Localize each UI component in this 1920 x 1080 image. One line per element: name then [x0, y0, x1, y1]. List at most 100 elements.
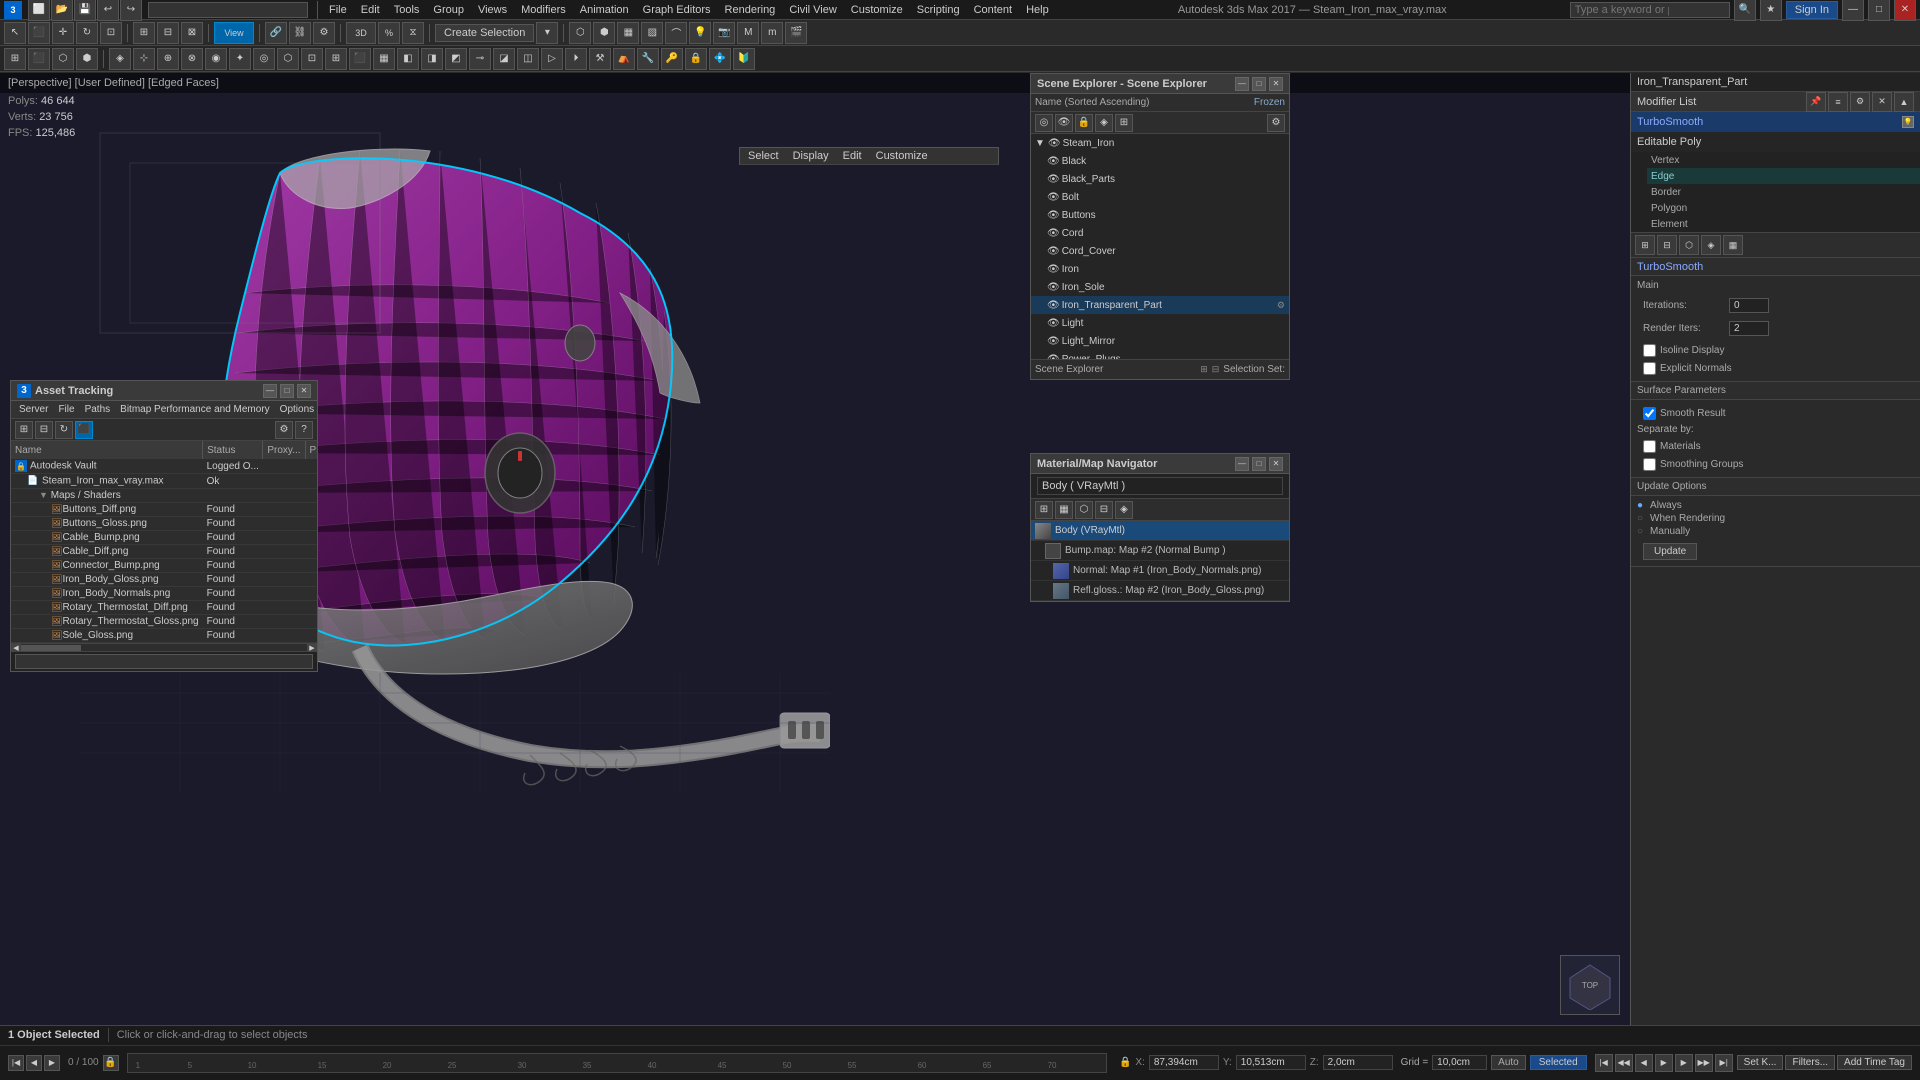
z-coord-input[interactable]: [1323, 1055, 1393, 1070]
asset-menu-file[interactable]: File: [54, 403, 78, 416]
selected-btn[interactable]: Selected: [1530, 1055, 1587, 1070]
uo-update-btn[interactable]: Update: [1643, 543, 1697, 560]
st-7[interactable]: ⊕: [157, 48, 179, 70]
menu-scripting[interactable]: Scripting: [911, 2, 966, 18]
tb-mat[interactable]: M: [737, 22, 759, 44]
tb-curve[interactable]: ⌒: [665, 22, 687, 44]
tb-unlink[interactable]: ⛓: [289, 22, 311, 44]
mod-light-bulb[interactable]: 💡: [1902, 116, 1914, 128]
mat-close[interactable]: ✕: [1269, 457, 1283, 471]
st-4[interactable]: ⬢: [76, 48, 98, 70]
tb-link[interactable]: 🔗: [265, 22, 287, 44]
st-10[interactable]: ✦: [229, 48, 251, 70]
mat-maximize[interactable]: □: [1252, 457, 1266, 471]
scene-item-black-parts[interactable]: 👁 Black_Parts: [1031, 170, 1289, 188]
sign-in-btn[interactable]: Sign In: [1786, 1, 1838, 19]
filters-btn[interactable]: Filters...: [1785, 1055, 1835, 1070]
update-options-header[interactable]: Update Options: [1631, 478, 1920, 496]
timeline-track[interactable]: 1 5 10 15 20 25 30 35 40 45 50 55 60 65 …: [127, 1053, 1107, 1073]
ts-iterations-input[interactable]: [1729, 298, 1769, 313]
asset-menu-server[interactable]: Server: [15, 403, 52, 416]
st-8[interactable]: ⊗: [181, 48, 203, 70]
scene-close[interactable]: ✕: [1269, 77, 1283, 91]
at-tb1[interactable]: ⊞: [15, 421, 33, 439]
st-12[interactable]: ⬡: [277, 48, 299, 70]
scene-item-light[interactable]: 👁 Light: [1031, 314, 1289, 332]
mod-move-up[interactable]: ▲: [1894, 92, 1914, 112]
asset-menu-bitmap[interactable]: Bitmap Performance and Memory: [116, 403, 274, 416]
table-row-connector[interactable]: 🖼Connector_Bump.png Found: [11, 559, 317, 573]
set-key-btn[interactable]: Set K...: [1737, 1055, 1784, 1070]
y-coord-input[interactable]: [1236, 1055, 1306, 1070]
redo-btn[interactable]: ↪: [120, 0, 142, 21]
anim-ctrl3[interactable]: ▶: [44, 1055, 60, 1071]
asset-minimize[interactable]: —: [263, 384, 277, 398]
mod-del[interactable]: ✕: [1872, 92, 1892, 112]
mod-editable-poly[interactable]: Editable Poly: [1631, 132, 1920, 152]
material-name-field[interactable]: [1037, 477, 1283, 495]
menu-civil-view[interactable]: Civil View: [783, 2, 842, 18]
menu-file[interactable]: File: [323, 2, 353, 18]
st-18[interactable]: ◨: [421, 48, 443, 70]
anim-ctrl1[interactable]: |◀: [8, 1055, 24, 1071]
tb-select[interactable]: ↖: [4, 22, 26, 44]
tb-snap2[interactable]: ⊟: [157, 22, 179, 44]
save-btn[interactable]: 💾: [74, 0, 96, 21]
table-row-iron-normals[interactable]: 🖼Iron_Body_Normals.png Found: [11, 587, 317, 601]
mat-minimize[interactable]: —: [1235, 457, 1249, 471]
st-22[interactable]: ◫: [517, 48, 539, 70]
mod-config[interactable]: ⚙: [1850, 92, 1870, 112]
uo-manually-radio[interactable]: [1637, 526, 1646, 537]
scene-item-iron-transparent[interactable]: 👁 Iron_Transparent_Part ⚙: [1031, 296, 1289, 314]
mod-ic5[interactable]: ▦: [1723, 235, 1743, 255]
st-30[interactable]: 💠: [709, 48, 731, 70]
tb-mirror[interactable]: ⧖: [402, 22, 424, 44]
search-btn[interactable]: 🔍: [1734, 0, 1756, 21]
menu-group[interactable]: Group: [427, 2, 470, 18]
auto-btn[interactable]: Auto: [1491, 1055, 1526, 1070]
st-21[interactable]: ◪: [493, 48, 515, 70]
st-14[interactable]: ⊞: [325, 48, 347, 70]
table-row-sole[interactable]: 🖼Sole_Gloss.png Found: [11, 629, 317, 643]
minimize-btn[interactable]: —: [1842, 0, 1864, 21]
st-31[interactable]: 🔰: [733, 48, 755, 70]
mod-ic3[interactable]: ⬡: [1679, 235, 1699, 255]
st-29[interactable]: 🔒: [685, 48, 707, 70]
mod-list[interactable]: ≡: [1828, 92, 1848, 112]
sub-element[interactable]: Element: [1647, 216, 1920, 232]
scene-tb-gear[interactable]: ⚙: [1267, 114, 1285, 132]
st-20[interactable]: ⊸: [469, 48, 491, 70]
maximize-btn[interactable]: □: [1868, 0, 1890, 21]
pb-next-frame[interactable]: ▶: [1675, 1054, 1693, 1072]
menu-animation[interactable]: Animation: [574, 2, 635, 18]
tb-snap3[interactable]: ⊠: [181, 22, 203, 44]
timeline-lock[interactable]: 🔒: [103, 1055, 119, 1071]
at-tb3[interactable]: ↻: [55, 421, 73, 439]
scene-tb4[interactable]: ◈: [1095, 114, 1113, 132]
at-tb2[interactable]: ⊟: [35, 421, 53, 439]
scene-menu-edit[interactable]: Edit: [839, 149, 866, 163]
scene-menu-display[interactable]: Display: [789, 149, 833, 163]
table-row-btn-gloss[interactable]: 🖼Buttons_Gloss.png Found: [11, 517, 317, 531]
st-27[interactable]: 🔧: [637, 48, 659, 70]
table-row-cable-bump[interactable]: 🖼Cable_Bump.png Found: [11, 531, 317, 545]
mat-tb4[interactable]: ⊟: [1095, 501, 1113, 519]
scene-item-cord[interactable]: 👁 Cord: [1031, 224, 1289, 242]
open-btn[interactable]: 📂: [51, 0, 73, 21]
undo-btn[interactable]: ↩: [97, 0, 119, 21]
scene-item-buttons[interactable]: 👁 Buttons: [1031, 206, 1289, 224]
tb-align2[interactable]: ⬢: [593, 22, 615, 44]
mod-pin[interactable]: 📌: [1806, 92, 1826, 112]
tb-mat2[interactable]: m: [761, 22, 783, 44]
ts-explicit-cb[interactable]: [1643, 362, 1656, 375]
st-13[interactable]: ⊡: [301, 48, 323, 70]
table-row-cable-diff[interactable]: 🖼Cable_Diff.png Found: [11, 545, 317, 559]
scene-maximize[interactable]: □: [1252, 77, 1266, 91]
scene-tb3[interactable]: 🔒: [1075, 114, 1093, 132]
scene-tb2[interactable]: 👁: [1055, 114, 1073, 132]
close-btn[interactable]: ✕: [1894, 0, 1916, 21]
mat-tb5[interactable]: ◈: [1115, 501, 1133, 519]
tb-cs-dropdown[interactable]: ▾: [536, 22, 558, 44]
scene-tb5[interactable]: ⊞: [1115, 114, 1133, 132]
mat-item-gloss[interactable]: Refl.gloss.: Map #2 (Iron_Body_Gloss.png…: [1031, 581, 1289, 601]
